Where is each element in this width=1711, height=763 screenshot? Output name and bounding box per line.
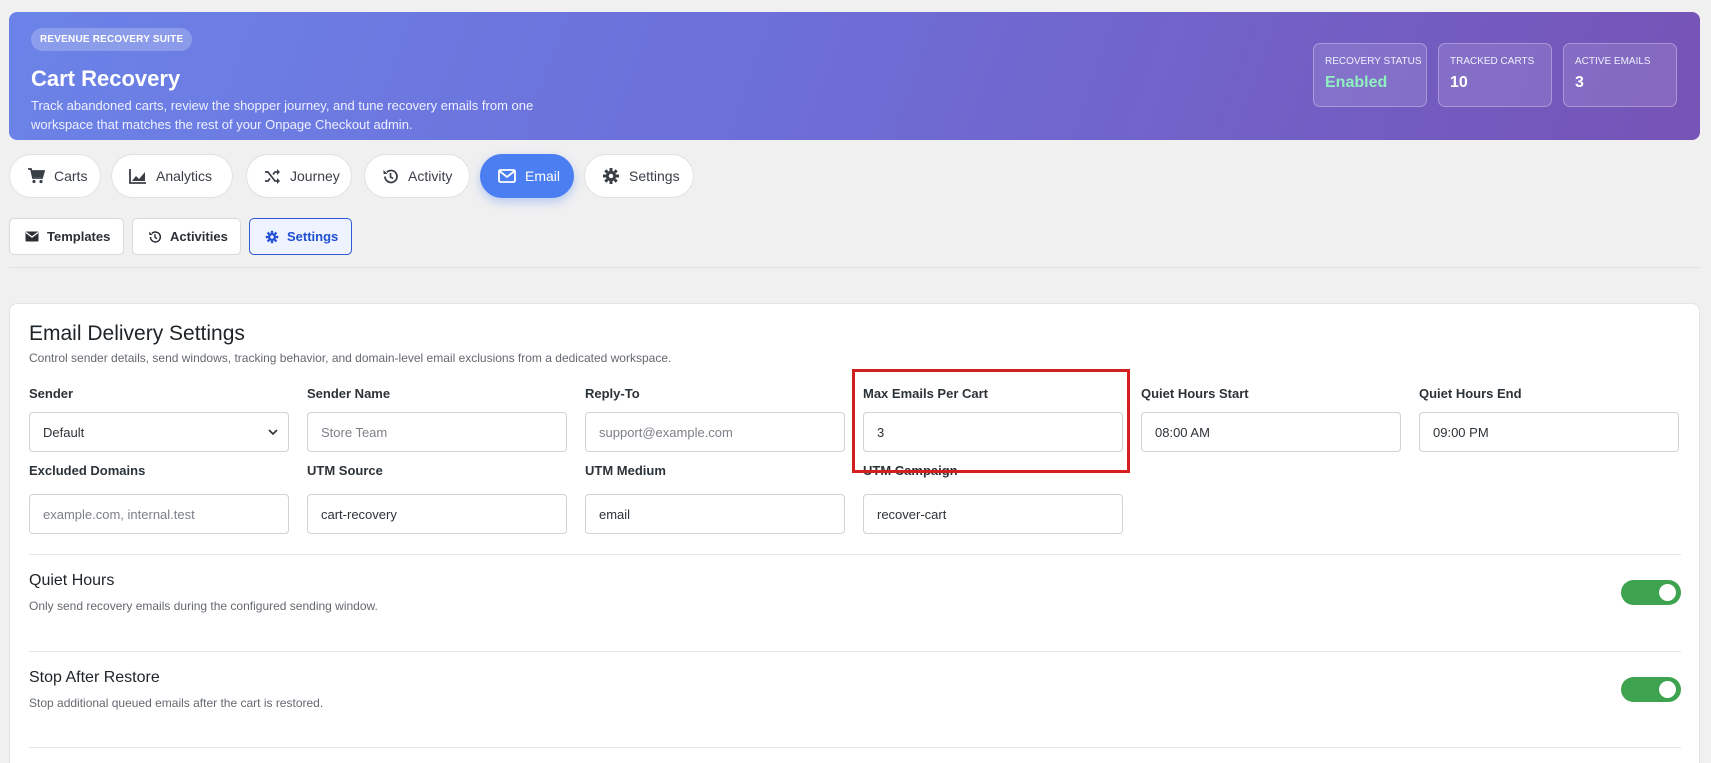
stat-recovery-status: RECOVERY STATUS Enabled xyxy=(1313,43,1427,107)
tab-label: Activity xyxy=(408,168,453,184)
tab-label: Carts xyxy=(54,168,88,184)
stop-after-restore-desc: Stop additional queued emails after the … xyxy=(29,696,324,710)
tab-settings[interactable]: Settings xyxy=(584,154,694,198)
sender-select-value: Default xyxy=(43,424,85,440)
tab-email[interactable]: Email xyxy=(480,154,574,198)
quiet-hours-desc: Only send recovery emails during the con… xyxy=(29,599,378,613)
tab-label: Email xyxy=(525,168,561,184)
gear-icon xyxy=(265,230,279,243)
subtab-settings[interactable]: Settings xyxy=(249,218,352,255)
tab-carts[interactable]: Carts xyxy=(9,154,101,198)
sender-select[interactable]: Default xyxy=(29,412,289,452)
quiet-end-label: Quiet Hours End xyxy=(1419,386,1522,401)
area-chart-icon xyxy=(129,169,146,184)
row-divider xyxy=(29,651,1681,652)
stat-label: TRACKED CARTS xyxy=(1450,56,1535,67)
quiet-end-input[interactable] xyxy=(1419,412,1679,452)
utm-campaign-label: UTM Campaign xyxy=(863,463,958,478)
quiet-hours-title: Quiet Hours xyxy=(29,572,115,589)
chevron-down-icon xyxy=(268,429,278,436)
page-description: Track abandoned carts, review the shoppe… xyxy=(31,98,534,132)
utm-campaign-input[interactable] xyxy=(863,494,1123,534)
subtab-activities[interactable]: Activities xyxy=(132,218,241,255)
shuffle-icon xyxy=(265,168,280,184)
sender-name-label: Sender Name xyxy=(307,386,391,401)
stop-after-restore-toggle[interactable] xyxy=(1621,677,1681,702)
subtab-label: Templates xyxy=(47,229,111,244)
quiet-start-label: Quiet Hours Start xyxy=(1141,386,1249,401)
stat-active-emails: ACTIVE EMAILS 3 xyxy=(1563,43,1677,107)
reply-to-label: Reply-To xyxy=(585,386,640,401)
tab-analytics[interactable]: Analytics xyxy=(111,154,233,198)
envelope-icon xyxy=(498,169,516,183)
excluded-domains-label: Excluded Domains xyxy=(29,463,146,478)
stat-tracked-carts: TRACKED CARTS 10 xyxy=(1438,43,1552,107)
row-divider xyxy=(29,554,1681,555)
suite-badge: REVENUE RECOVERY SUITE xyxy=(31,28,193,51)
row-divider xyxy=(29,747,1681,748)
subtab-label: Settings xyxy=(287,229,339,244)
utm-source-input[interactable] xyxy=(307,494,567,534)
tab-journey[interactable]: Journey xyxy=(246,154,352,198)
toggle-knob xyxy=(1659,584,1676,601)
page-title: Cart Recovery xyxy=(31,66,181,91)
tab-label: Settings xyxy=(629,168,680,184)
reply-to-input[interactable] xyxy=(585,412,845,452)
utm-medium-label: UTM Medium xyxy=(585,463,666,478)
card-subtitle: Control sender details, send windows, tr… xyxy=(29,351,672,365)
tab-label: Journey xyxy=(290,168,340,184)
excluded-domains-input[interactable] xyxy=(29,494,289,534)
email-settings-card: Email Delivery Settings Control sender d… xyxy=(9,303,1700,763)
history-icon xyxy=(383,169,398,183)
card-title: Email Delivery Settings xyxy=(29,322,245,345)
stop-after-restore-title: Stop After Restore xyxy=(29,669,160,686)
stat-label: ACTIVE EMAILS xyxy=(1575,56,1651,67)
sender-label: Sender xyxy=(29,386,74,401)
stat-value: Enabled xyxy=(1325,74,1388,91)
max-emails-label: Max Emails Per Cart xyxy=(863,386,989,401)
cart-icon xyxy=(28,168,45,184)
toggle-knob xyxy=(1659,681,1676,698)
hero-banner: REVENUE RECOVERY SUITE Cart Recovery Tra… xyxy=(9,12,1700,140)
stat-value: 3 xyxy=(1575,74,1584,91)
subtab-templates[interactable]: Templates xyxy=(9,218,124,255)
max-emails-input[interactable] xyxy=(863,412,1123,452)
quiet-start-input[interactable] xyxy=(1141,412,1401,452)
stat-value: 10 xyxy=(1450,74,1468,91)
utm-medium-input[interactable] xyxy=(585,494,845,534)
stat-label: RECOVERY STATUS xyxy=(1325,56,1422,67)
utm-source-label: UTM Source xyxy=(307,463,383,478)
history-icon xyxy=(149,230,162,243)
tab-label: Analytics xyxy=(156,168,213,184)
quiet-hours-toggle[interactable] xyxy=(1621,580,1681,605)
envelope-icon xyxy=(25,231,39,242)
tab-activity[interactable]: Activity xyxy=(364,154,470,198)
sender-name-input[interactable] xyxy=(307,412,567,452)
subtab-label: Activities xyxy=(170,229,228,244)
gear-icon xyxy=(603,168,619,184)
section-divider xyxy=(9,267,1700,268)
